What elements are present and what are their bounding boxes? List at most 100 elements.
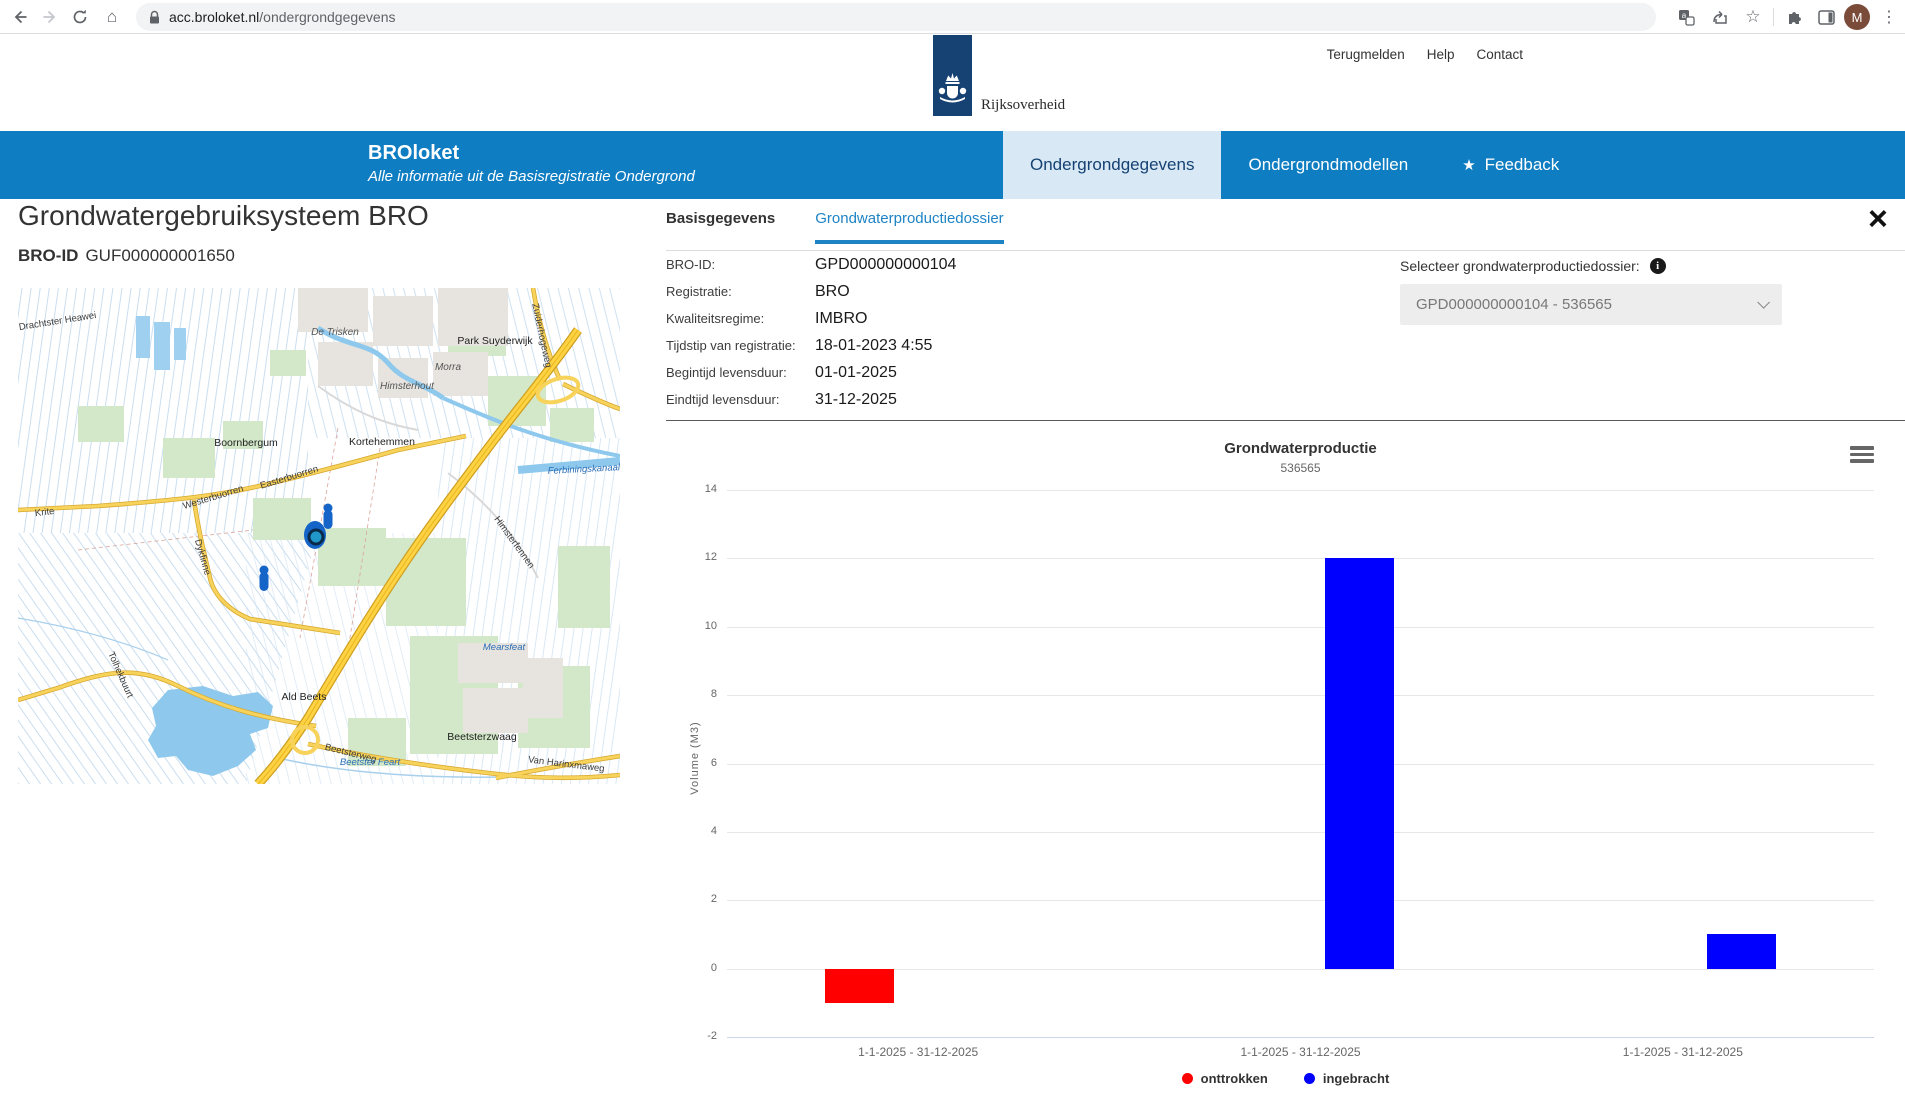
chart-title: Grondwaterproductie xyxy=(727,440,1874,457)
map-marker-well[interactable] xyxy=(260,566,269,592)
field-label: Tijdstip van registratie: xyxy=(666,338,815,353)
field-row: Registratie:BRO xyxy=(666,283,956,310)
lock-icon xyxy=(148,10,161,25)
map-label: Boornbergum xyxy=(214,437,278,449)
nav-tab-ondergrondgegevens[interactable]: Ondergrondgegevens xyxy=(1003,131,1221,199)
rijksoverheid-logo[interactable] xyxy=(933,35,972,116)
x-category-label: 1-1-2025 - 31-12-2025 xyxy=(768,1045,1068,1059)
header-link-help[interactable]: Help xyxy=(1427,47,1455,62)
detail-fields: BRO-ID:GPD000000000104Registratie:BROKwa… xyxy=(666,256,956,418)
map-label: Beetsterzwaag xyxy=(447,731,517,743)
field-value: BRO xyxy=(815,283,850,301)
nav-tabs: Ondergrondgegevens Ondergrondmodellen ★ Fee… xyxy=(1003,131,1586,199)
detail-tabs: Basisgegevens Grondwaterproductiedossier xyxy=(666,210,1004,244)
extensions-icon[interactable] xyxy=(1782,0,1806,34)
chart-subtitle: 536565 xyxy=(727,461,1874,475)
section-divider xyxy=(666,420,1905,421)
legend-label: onttrokken xyxy=(1201,1071,1268,1086)
field-row: Begintijd levensduur:01-01-2025 xyxy=(666,364,956,391)
back-icon[interactable] xyxy=(8,0,32,34)
star-icon: ★ xyxy=(1462,156,1475,174)
nav-tab-feedback[interactable]: ★ Feedback xyxy=(1435,131,1586,199)
gridline xyxy=(727,695,1874,696)
translate-icon[interactable]: a xyxy=(1674,0,1698,34)
y-tick-label: 2 xyxy=(671,893,717,905)
y-tick-label: -2 xyxy=(671,1030,717,1042)
field-value: IMBRO xyxy=(815,310,867,328)
header-link-terugmelden[interactable]: Terugmelden xyxy=(1327,47,1405,62)
legend-item-onttrokken[interactable]: onttrokken xyxy=(1182,1071,1268,1086)
legend-label: ingebracht xyxy=(1323,1071,1389,1086)
grondwaterproductie-chart: Grondwaterproductie 536565 Volume (M3) 1… xyxy=(666,428,1905,1104)
chart-legend: onttrokken ingebracht xyxy=(666,1071,1905,1086)
close-icon[interactable]: × xyxy=(1868,202,1888,236)
field-row: BRO-ID:GPD000000000104 xyxy=(666,256,956,283)
dossier-select[interactable]: GPD000000000104 - 536565 xyxy=(1400,284,1782,325)
chart-menu-button[interactable] xyxy=(1850,446,1874,466)
gridline xyxy=(727,627,1874,628)
y-tick-label: 6 xyxy=(671,757,717,769)
side-panel-icon[interactable] xyxy=(1814,0,1838,34)
field-label: Kwaliteitsregime: xyxy=(666,311,815,326)
y-tick-label: 14 xyxy=(671,483,717,495)
gridline xyxy=(727,900,1874,901)
tabbar-divider xyxy=(666,250,1905,251)
field-row: Eindtijd levensduur:31-12-2025 xyxy=(666,391,956,418)
map-marker-well[interactable] xyxy=(324,504,333,530)
url-bar[interactable]: acc.broloket.nl/ondergrondgegevens xyxy=(136,3,1656,31)
map-label: Park Suyderwijk xyxy=(457,335,533,347)
y-tick-label: 12 xyxy=(671,551,717,563)
field-label: Registratie: xyxy=(666,284,815,299)
map-label: Beetster Feart xyxy=(340,757,401,768)
gridline xyxy=(727,490,1874,491)
avatar[interactable]: M xyxy=(1844,4,1870,30)
nav-tab-ondergrondmodellen[interactable]: Ondergrondmodellen xyxy=(1221,131,1435,199)
bookmark-star-icon[interactable]: ☆ xyxy=(1741,0,1765,34)
main-navbar: BROloket Alle informatie uit de Basisreg… xyxy=(0,131,1905,199)
bar-ingebracht[interactable] xyxy=(1707,934,1776,968)
legend-item-ingebracht[interactable]: ingebracht xyxy=(1304,1071,1389,1086)
field-row: Tijdstip van registratie:18-01-2023 4:55 xyxy=(666,337,956,364)
brand-block[interactable]: BROloket Alle informatie uit de Basisreg… xyxy=(368,142,695,185)
header-link-contact[interactable]: Contact xyxy=(1476,47,1523,62)
kebab-menu-icon[interactable]: ⋮ xyxy=(1878,0,1900,34)
y-tick-label: 0 xyxy=(671,962,717,974)
dossier-select-value: GPD000000000104 - 536565 xyxy=(1416,296,1757,313)
broloket-page: ⌂ acc.broloket.nl/ondergrondgegevens a ☆… xyxy=(0,0,1905,1111)
gridline xyxy=(727,764,1874,765)
bro-id-line: BRO-IDGUF000000001650 xyxy=(18,246,235,266)
map-label: Himsterhout xyxy=(380,381,435,392)
bro-id-label: BRO-ID xyxy=(18,246,78,265)
nav-tab-label: Ondergrondgegevens xyxy=(1030,155,1194,175)
tab-basisgegevens[interactable]: Basisgegevens xyxy=(666,210,775,244)
x-axis-line xyxy=(727,1037,1874,1038)
map-label: De Trisken xyxy=(311,327,359,338)
map-label: Morra xyxy=(435,362,462,373)
home-icon[interactable]: ⌂ xyxy=(100,0,124,34)
logo-wordmark: Rijksoverheid xyxy=(981,97,1065,114)
info-icon[interactable]: i xyxy=(1650,258,1666,274)
page-title: Grondwatergebruiksysteem BRO xyxy=(18,200,429,232)
forward-icon[interactable] xyxy=(38,0,62,34)
reload-icon[interactable] xyxy=(68,0,92,34)
bar-onttrokken[interactable] xyxy=(825,969,894,1003)
map-marker-facility-cluster[interactable] xyxy=(304,521,326,549)
field-row: Kwaliteitsregime:IMBRO xyxy=(666,310,956,337)
map[interactable]: Drachtster HeaweiDe TriskenPark Suyderwi… xyxy=(18,288,620,784)
gridline xyxy=(727,969,1874,970)
map-label: Mearsfeat xyxy=(483,642,526,653)
tab-grondwaterproductiedossier[interactable]: Grondwaterproductiedossier xyxy=(815,210,1003,244)
x-category-label: 1-1-2025 - 31-12-2025 xyxy=(1533,1045,1833,1059)
toolbar-divider xyxy=(1773,8,1774,26)
share-icon[interactable] xyxy=(1708,0,1732,34)
y-tick-label: 8 xyxy=(671,688,717,700)
dossier-selector-label: Selecteer grondwaterproductiedossier: i xyxy=(1400,258,1666,274)
field-label: Eindtijd levensduur: xyxy=(666,392,815,407)
nav-tab-label: Feedback xyxy=(1485,155,1560,175)
field-value: 01-01-2025 xyxy=(815,364,897,382)
brand-tagline: Alle informatie uit de Basisregistratie … xyxy=(368,168,695,185)
bar-ingebracht[interactable] xyxy=(1325,558,1394,968)
legend-dot xyxy=(1304,1073,1315,1084)
url-text: acc.broloket.nl/ondergrondgegevens xyxy=(169,9,396,25)
y-tick-label: 4 xyxy=(671,825,717,837)
